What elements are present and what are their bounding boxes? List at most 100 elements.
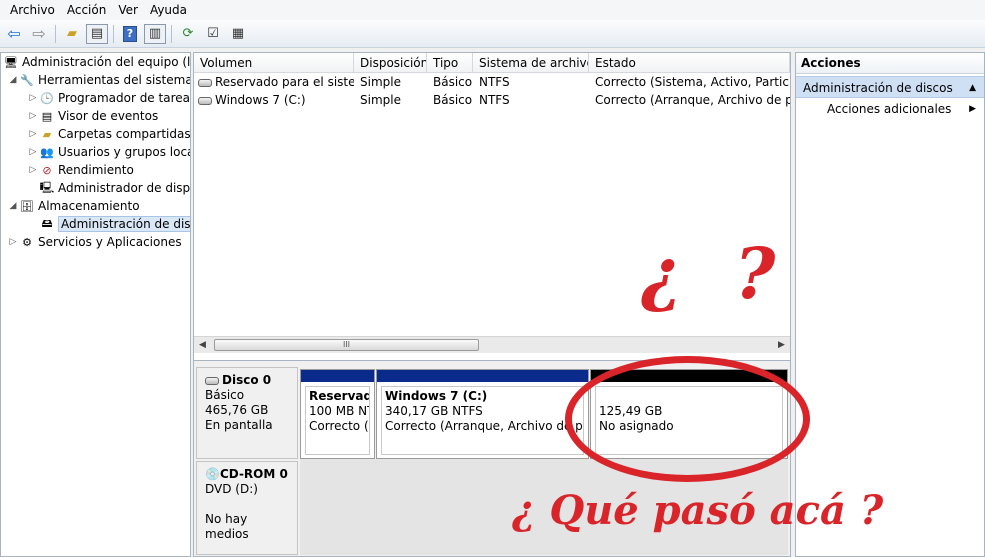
menu-accion[interactable]: Acción — [61, 3, 112, 17]
back-arrow-icon[interactable]: ⇦ — [3, 24, 25, 44]
tree-item-disk-management[interactable]: 🖴 Administración de disco — [39, 215, 190, 233]
disk0-label[interactable]: Disco 0 Básico 465,76 GB En pantalla — [196, 367, 298, 459]
actions-section-label: Administración de discos — [803, 81, 953, 95]
column-header-status[interactable]: Estado — [589, 53, 790, 73]
cdrom-label[interactable]: 💿CD-ROM 0 DVD (D:) No hay medios — [196, 461, 298, 555]
actions-title: Acciones — [796, 53, 984, 74]
hard-disk-icon — [205, 376, 219, 385]
users-icon: 👥 — [40, 145, 54, 159]
export-icon[interactable]: ▦ — [227, 24, 249, 44]
layout-cell: Simple — [360, 93, 401, 107]
storage-icon: 🗄 — [20, 199, 34, 213]
partition-details: Reservado 100 MB NTF Correcto (Si — [305, 386, 370, 455]
collapse-arrow-icon[interactable]: ◢ — [7, 75, 19, 85]
expand-arrow-icon[interactable]: ▷ — [27, 147, 39, 157]
partition-windows[interactable]: Windows 7 (C:) 340,17 GB NTFS Correcto (… — [376, 369, 589, 459]
scrollbar-thumb[interactable]: III — [214, 339, 479, 351]
event-viewer-icon: ▤ — [41, 109, 53, 123]
up-folder-icon[interactable]: ▰ — [61, 24, 83, 44]
menu-bar: Archivo Acción Ver Ayuda — [0, 0, 985, 20]
tree-item-root[interactable]: 🖥 Administración del equipo (loc — [3, 53, 190, 71]
cdrom-name: CD-ROM 0 — [219, 467, 288, 481]
cdrom-icon: 💿 — [205, 467, 220, 481]
expand-arrow-icon[interactable]: ▷ — [27, 129, 39, 139]
properties-icon[interactable]: ☑ — [202, 24, 224, 44]
disk0-name: Disco 0 — [222, 373, 272, 387]
partition-status: Correcto (Si — [309, 419, 369, 433]
column-header-filesystem[interactable]: Sistema de archivos — [473, 53, 589, 73]
action-more-actions-label: Acciones adicionales — [827, 102, 952, 116]
tree-item-shared-folders[interactable]: ▷ ▰ Carpetas compartidas — [27, 125, 190, 143]
tree-item-local-users[interactable]: ▷ 👥 Usuarios y grupos locale — [27, 143, 190, 161]
expand-arrow-icon[interactable]: ▷ — [7, 237, 19, 247]
tree-item-performance[interactable]: ▷ ⊘ Rendimiento — [27, 161, 134, 179]
disk0-size: 465,76 GB — [205, 403, 269, 417]
refresh-icon[interactable]: ⟳ — [177, 24, 199, 44]
scroll-left-icon[interactable]: ◀ — [194, 337, 211, 354]
show-hide-action-pane-icon[interactable]: ▥ — [144, 23, 166, 44]
volume-name-cell: Windows 7 (C:) — [194, 91, 354, 109]
partition-reserved[interactable]: Reservado 100 MB NTF Correcto (Si — [300, 369, 375, 459]
collapse-triangle-icon[interactable]: ▲ — [969, 77, 976, 99]
volume-icon — [198, 96, 212, 105]
tree-item-event-viewer[interactable]: ▷ ▤ Visor de eventos — [27, 107, 159, 125]
forward-arrow-icon[interactable]: ⇨ — [28, 24, 50, 44]
tree-item-system-tools[interactable]: ◢ 🔧 Herramientas del sistema — [7, 71, 190, 89]
horizontal-scrollbar[interactable]: ◀ III ▶ — [194, 336, 790, 353]
expand-arrow-icon[interactable]: ▷ — [27, 93, 39, 103]
type-cell: Básico — [433, 75, 473, 89]
status-cell: Correcto (Arranque, Archivo de pagi — [595, 93, 790, 107]
partition-bar — [301, 370, 374, 382]
partition-title: Reservado — [309, 389, 369, 403]
menu-ayuda[interactable]: Ayuda — [144, 3, 193, 17]
question-annotation: ¿ Qué pasó acá ? — [512, 487, 884, 534]
submenu-arrow-icon: ▶ — [969, 104, 976, 114]
highlight-ellipse — [565, 356, 810, 482]
shared-folder-icon: ▰ — [42, 127, 52, 141]
tree-item-services[interactable]: ▷ ⚙ Servicios y Aplicaciones — [7, 233, 182, 251]
services-icon: ⚙ — [22, 235, 32, 249]
toolbar: ⇦ ⇨ ▰ ▤ ? ▥ ⟳ ☑ ▦ — [0, 20, 985, 48]
question-marks-annotation: ¿ ? — [641, 232, 790, 315]
console-tree: 🖥 Administración del equipo (loc ◢ 🔧 Her… — [0, 52, 191, 557]
tree-item-task-scheduler[interactable]: ▷ 🕒 Programador de tareas — [27, 89, 190, 107]
actions-section-disk-management[interactable]: Administración de discos ▲ — [796, 76, 984, 98]
column-header-type[interactable]: Tipo — [427, 53, 473, 73]
volume-name-cell: Reservado para el sistema — [194, 73, 354, 91]
tree-item-device-manager[interactable]: 🖳 Administrador de dispo — [39, 179, 190, 197]
toolbar-separator — [55, 24, 56, 43]
help-icon[interactable]: ? — [119, 24, 141, 44]
menu-archivo[interactable]: Archivo — [4, 3, 61, 17]
partition-status: Correcto (Arranque, Archivo de pagin — [385, 419, 583, 433]
action-more-actions[interactable]: Acciones adicionales ▶ — [796, 98, 984, 120]
filesystem-cell: NTFS — [479, 93, 510, 107]
column-header-volume[interactable]: Volumen — [194, 53, 354, 73]
menu-ver[interactable]: Ver — [112, 3, 144, 17]
partition-size: 340,17 GB NTFS — [385, 404, 483, 418]
collapse-arrow-icon[interactable]: ◢ — [7, 201, 19, 211]
disk-management-icon: 🖴 — [41, 216, 53, 230]
layout-cell: Simple — [360, 75, 401, 89]
expand-arrow-icon[interactable]: ▷ — [27, 165, 39, 175]
status-cell: Correcto (Sistema, Activo, Partición p — [595, 75, 790, 89]
partition-bar — [377, 370, 588, 382]
performance-icon: ⊘ — [42, 163, 52, 177]
volume-icon — [198, 78, 212, 87]
column-header-layout[interactable]: Disposición — [354, 53, 427, 73]
scroll-right-icon[interactable]: ▶ — [773, 337, 790, 354]
tree-item-storage[interactable]: ◢ 🗄 Almacenamiento — [7, 197, 140, 215]
table-row[interactable]: Windows 7 (C:) Simple Básico NTFS Correc… — [194, 91, 790, 109]
filesystem-cell: NTFS — [479, 75, 510, 89]
expand-arrow-icon[interactable]: ▷ — [27, 111, 39, 121]
partition-title: Windows 7 (C:) — [385, 389, 488, 403]
disk0-type: Básico — [205, 388, 245, 402]
tools-icon: 🔧 — [20, 73, 34, 87]
cdrom-drive: DVD (D:) — [205, 482, 258, 496]
volume-list-header: Volumen Disposición Tipo Sistema de arch… — [194, 53, 790, 73]
partition-details: Windows 7 (C:) 340,17 GB NTFS Correcto (… — [381, 386, 584, 455]
table-row[interactable]: Reservado para el sistema Simple Básico … — [194, 73, 790, 91]
show-hide-tree-icon[interactable]: ▤ — [86, 23, 108, 44]
computer-management-icon: 🖥 — [4, 55, 18, 69]
device-manager-icon: 🖳 — [39, 180, 55, 194]
